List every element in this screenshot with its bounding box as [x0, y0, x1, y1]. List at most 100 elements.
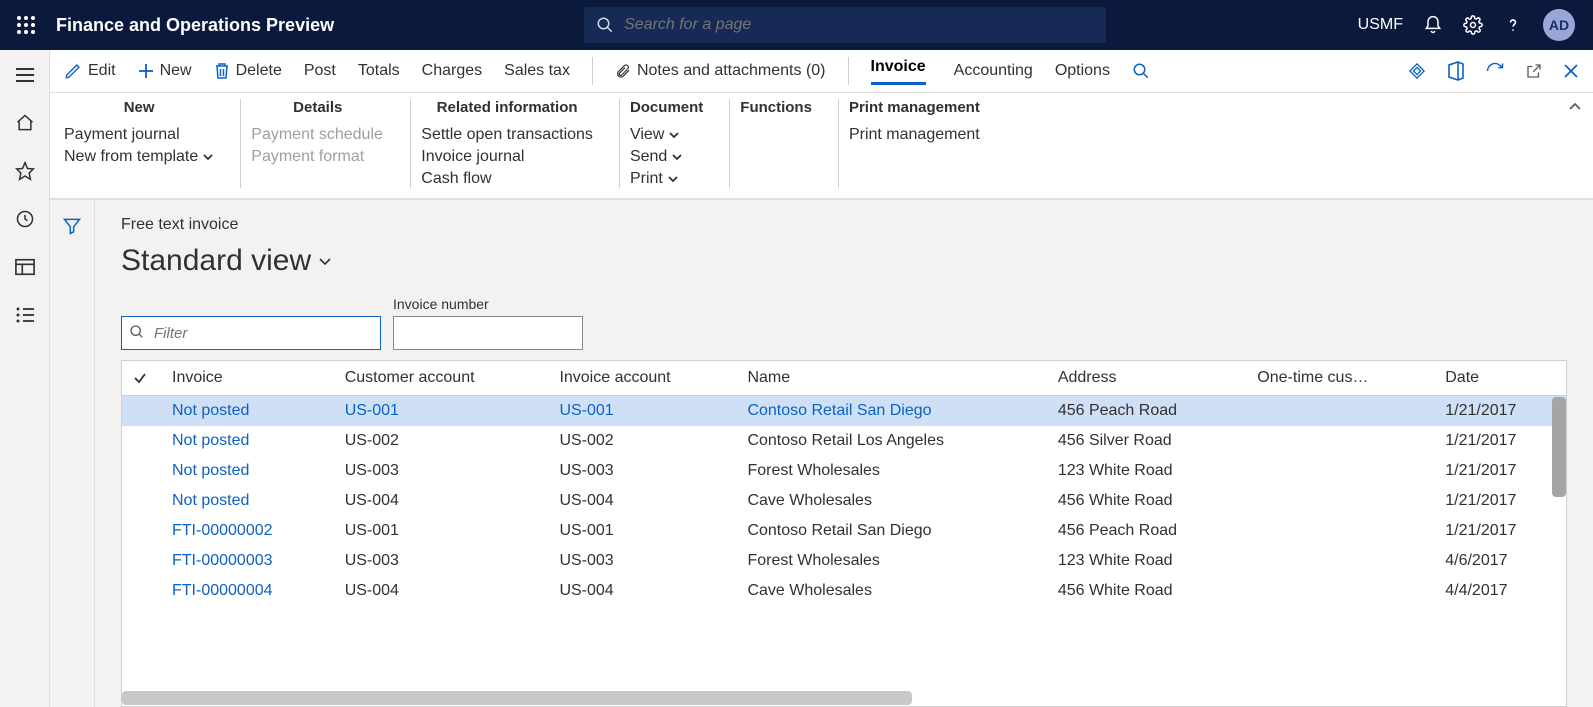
app-title: Finance and Operations Preview: [56, 15, 334, 36]
refresh-button[interactable]: [1485, 61, 1505, 81]
col-onetime[interactable]: One-time cus…: [1247, 361, 1435, 396]
post-button[interactable]: Post: [304, 62, 336, 80]
cell-custacct[interactable]: US-001: [335, 396, 550, 427]
col-date[interactable]: Date: [1435, 361, 1566, 396]
collapse-ribbon-button[interactable]: [1567, 99, 1583, 115]
global-search-input[interactable]: [624, 16, 1094, 34]
tab-invoice[interactable]: Invoice: [871, 58, 932, 85]
cell-invoice[interactable]: Not posted: [162, 396, 335, 427]
ribbon-group-new: New Payment journal New from template: [64, 99, 241, 188]
table-row[interactable]: Not postedUS-002US-002Contoso Retail Los…: [122, 426, 1566, 456]
new-button[interactable]: New: [138, 62, 192, 80]
row-selector[interactable]: [122, 576, 162, 606]
scroll-thumb[interactable]: [122, 691, 912, 705]
personalize-button[interactable]: [1407, 61, 1427, 81]
cell-name[interactable]: Contoso Retail San Diego: [737, 396, 1047, 427]
global-search[interactable]: [584, 7, 1106, 43]
close-button[interactable]: [1563, 63, 1579, 79]
recent-button[interactable]: [14, 208, 36, 230]
cell-invacct[interactable]: US-001: [549, 396, 737, 427]
ribbon-link-settle[interactable]: Settle open transactions: [421, 126, 593, 144]
workspace-icon: [15, 258, 35, 276]
row-selector[interactable]: [122, 396, 162, 427]
notifications-button[interactable]: [1423, 15, 1443, 35]
cell-invoice[interactable]: FTI-00000002: [162, 516, 335, 546]
row-selector[interactable]: [122, 516, 162, 546]
cell-date: 4/6/2017: [1435, 546, 1566, 576]
invoice-number-input[interactable]: [393, 316, 583, 350]
favorites-button[interactable]: [14, 160, 36, 182]
data-grid: Invoice Customer account Invoice account…: [121, 360, 1567, 707]
row-selector[interactable]: [122, 456, 162, 486]
cell-invoice[interactable]: FTI-00000004: [162, 576, 335, 606]
settings-button[interactable]: [1463, 15, 1483, 35]
help-button[interactable]: [1503, 15, 1523, 35]
cell-date: 1/21/2017: [1435, 396, 1566, 427]
delete-button[interactable]: Delete: [214, 62, 282, 80]
ribbon-link-payment-journal[interactable]: Payment journal: [64, 126, 214, 144]
home-button[interactable]: [14, 112, 36, 134]
charges-button[interactable]: Charges: [422, 62, 482, 80]
cell-onetime: [1247, 426, 1435, 456]
scroll-thumb[interactable]: [1552, 397, 1566, 497]
col-address[interactable]: Address: [1048, 361, 1247, 396]
ribbon-link-new-from-template[interactable]: New from template: [64, 148, 214, 166]
notes-attachments-button[interactable]: Notes and attachments (0): [615, 61, 826, 81]
table-row[interactable]: Not postedUS-001US-001Contoso Retail San…: [122, 396, 1566, 427]
chevron-down-icon: [667, 173, 679, 185]
edit-button[interactable]: Edit: [64, 62, 116, 80]
quick-filter-input[interactable]: [121, 316, 381, 350]
table-row[interactable]: Not postedUS-003US-003Forest Wholesales1…: [122, 456, 1566, 486]
cell-invacct: US-004: [549, 576, 737, 606]
cell-address: 456 Peach Road: [1048, 396, 1247, 427]
cell-onetime: [1247, 546, 1435, 576]
workspaces-button[interactable]: [14, 256, 36, 278]
row-selector[interactable]: [122, 546, 162, 576]
row-selector[interactable]: [122, 486, 162, 516]
col-name[interactable]: Name: [737, 361, 1047, 396]
expand-nav-button[interactable]: [14, 64, 36, 86]
col-customer-account[interactable]: Customer account: [335, 361, 550, 396]
col-invoice[interactable]: Invoice: [162, 361, 335, 396]
col-invoice-account[interactable]: Invoice account: [549, 361, 737, 396]
ribbon-link-print[interactable]: Print: [630, 170, 703, 188]
search-action-button[interactable]: [1132, 62, 1150, 80]
open-office-button[interactable]: [1447, 61, 1465, 81]
cell-address: 456 White Road: [1048, 576, 1247, 606]
ribbon-group-functions: Functions: [740, 99, 839, 188]
ribbon-link-print-management[interactable]: Print management: [849, 126, 980, 144]
table-row[interactable]: FTI-00000003US-003US-003Forest Wholesale…: [122, 546, 1566, 576]
vertical-scrollbar[interactable]: [1552, 397, 1566, 686]
cell-name: Forest Wholesales: [737, 456, 1047, 486]
table-row[interactable]: FTI-00000002US-001US-001Contoso Retail S…: [122, 516, 1566, 546]
salestax-button[interactable]: Sales tax: [504, 62, 570, 80]
chevron-down-icon: [668, 129, 680, 141]
tab-invoice-label: Invoice: [871, 58, 926, 85]
ribbon-link-view[interactable]: View: [630, 126, 703, 144]
filter-pane-button[interactable]: [62, 216, 82, 707]
view-selector[interactable]: Standard view: [121, 244, 1567, 278]
ribbon-link-cash-flow[interactable]: Cash flow: [421, 170, 593, 188]
table-row[interactable]: FTI-00000004US-004US-004Cave Wholesales4…: [122, 576, 1566, 606]
navigation-rail: [0, 50, 50, 707]
user-avatar[interactable]: AD: [1543, 9, 1575, 41]
totals-button[interactable]: Totals: [358, 62, 400, 80]
ribbon-link-send[interactable]: Send: [630, 148, 703, 166]
waffle-menu-button[interactable]: [10, 9, 42, 41]
row-selector[interactable]: [122, 426, 162, 456]
tab-options[interactable]: Options: [1055, 62, 1110, 80]
ribbon-link-invoice-journal[interactable]: Invoice journal: [421, 148, 593, 166]
ribbon-link-payment-schedule: Payment schedule: [251, 126, 384, 144]
cell-invoice[interactable]: Not posted: [162, 426, 335, 456]
cell-invoice[interactable]: Not posted: [162, 456, 335, 486]
tab-accounting[interactable]: Accounting: [954, 62, 1033, 80]
legal-entity-label[interactable]: USMF: [1358, 16, 1403, 34]
modules-button[interactable]: [14, 304, 36, 326]
select-all-header[interactable]: [122, 361, 162, 396]
horizontal-scrollbar[interactable]: [122, 690, 1552, 706]
cell-invoice[interactable]: FTI-00000003: [162, 546, 335, 576]
cell-invoice[interactable]: Not posted: [162, 486, 335, 516]
table-row[interactable]: Not postedUS-004US-004Cave Wholesales456…: [122, 486, 1566, 516]
popout-button[interactable]: [1525, 62, 1543, 80]
cell-name: Contoso Retail Los Angeles: [737, 426, 1047, 456]
